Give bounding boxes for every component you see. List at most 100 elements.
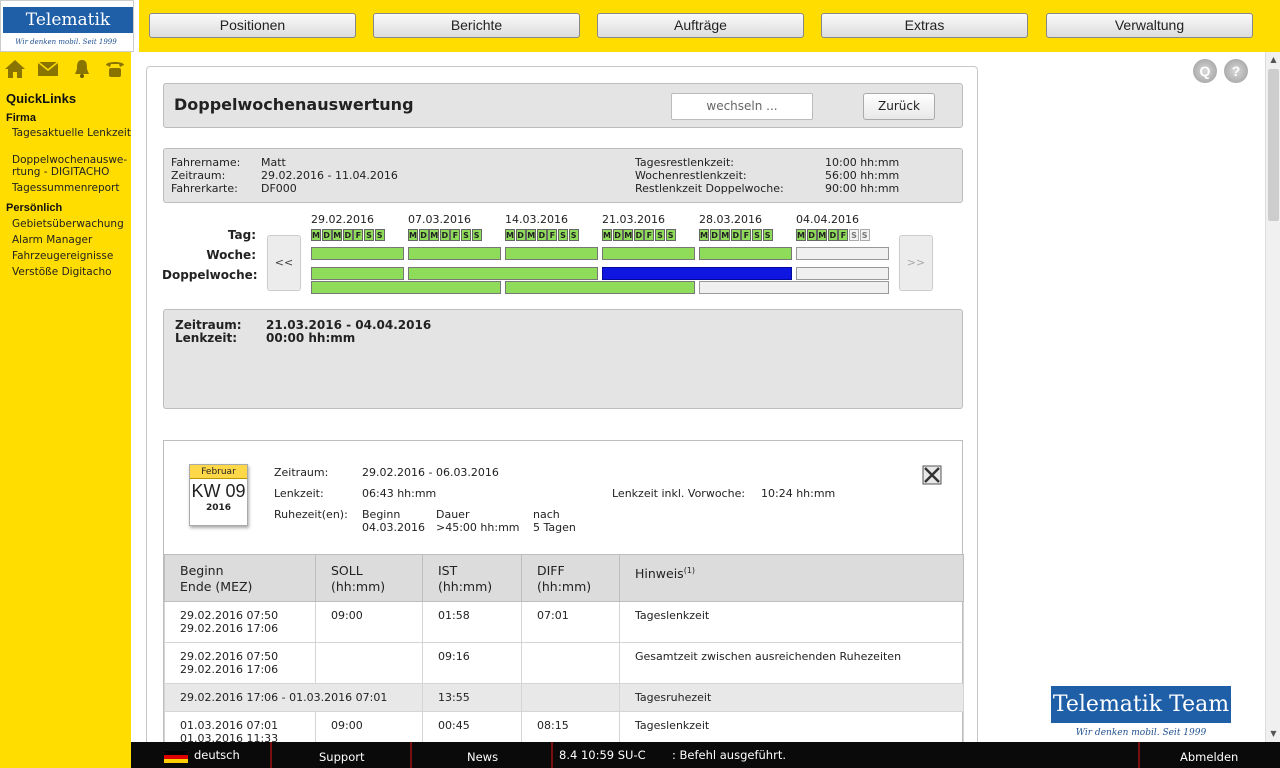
day-cell[interactable]: S xyxy=(374,229,385,241)
day-cell[interactable]: M xyxy=(332,229,343,241)
quicklink-tagessummenreport[interactable]: Tagessummenreport xyxy=(12,182,132,194)
day-cell[interactable]: F xyxy=(838,229,849,241)
brand-logo[interactable]: Telematik Team Wir denken mobil. Seit 19… xyxy=(0,0,134,56)
day-cell[interactable]: M xyxy=(796,229,806,241)
day-cell[interactable]: M xyxy=(817,229,828,241)
day-cell[interactable]: D xyxy=(827,229,838,241)
week-bar[interactable] xyxy=(408,247,501,260)
logo-subtitle: Wir denken mobil. Seit 1999 xyxy=(15,38,117,46)
rest-duration-label: Dauer xyxy=(436,508,470,521)
timeline-next-button[interactable]: >> xyxy=(899,235,933,291)
day-cell[interactable]: S xyxy=(471,229,482,241)
help-icon[interactable]: ? xyxy=(1224,59,1248,83)
col-end-label: Ende (MEZ) xyxy=(180,579,253,594)
day-cell[interactable]: D xyxy=(633,229,644,241)
day-cell[interactable]: D xyxy=(342,229,353,241)
doubleweek-bar[interactable] xyxy=(796,267,889,280)
quicklink-verstoesse-digitacho[interactable]: Verstöße Digitacho xyxy=(12,266,132,278)
scrollbar-thumb[interactable] xyxy=(1268,69,1279,221)
scroll-down-icon[interactable]: ▼ xyxy=(1266,726,1280,742)
search-icon[interactable]: Q xyxy=(1193,59,1217,83)
scrollbar[interactable]: ▲ ▼ xyxy=(1265,52,1280,742)
day-cell[interactable]: S xyxy=(849,229,859,241)
day-cell[interactable]: S xyxy=(655,229,665,241)
day-cell[interactable]: D xyxy=(439,229,450,241)
day-cell[interactable]: D xyxy=(418,229,429,241)
quicklinks-title: QuickLinks xyxy=(6,91,77,106)
bell-icon[interactable] xyxy=(71,58,93,80)
day-cell[interactable]: S xyxy=(558,229,568,241)
doubleweek-bar[interactable] xyxy=(505,281,695,294)
day-cell[interactable]: M xyxy=(720,229,731,241)
timeline-prev-button[interactable]: << xyxy=(267,235,301,291)
cell-ist: 09:16 xyxy=(422,642,522,684)
nav-extras[interactable]: Extras xyxy=(821,13,1028,38)
week-bar[interactable] xyxy=(602,247,695,260)
news-link[interactable]: News xyxy=(467,750,498,764)
day-cell[interactable]: M xyxy=(699,229,709,241)
detail-period-label: Zeitraum: xyxy=(274,466,329,479)
doubleweek-bar[interactable] xyxy=(699,281,889,294)
quicklink-alarm-manager[interactable]: Alarm Manager xyxy=(12,234,132,246)
separator xyxy=(1138,742,1140,768)
logout-link[interactable]: Abmelden xyxy=(1180,750,1238,764)
day-cell[interactable]: D xyxy=(612,229,623,241)
calendar-kw: KW 09 xyxy=(191,481,246,501)
day-cell[interactable]: S xyxy=(859,229,870,241)
day-cell[interactable]: M xyxy=(526,229,537,241)
doubleweek-bar[interactable] xyxy=(311,281,501,294)
day-cell[interactable]: D xyxy=(709,229,720,241)
nav-positionen[interactable]: Positionen xyxy=(149,13,356,38)
doubleweek-bar[interactable] xyxy=(408,267,598,280)
close-detail-icon[interactable] xyxy=(922,465,942,485)
week-bar[interactable] xyxy=(505,247,598,260)
week-bar[interactable] xyxy=(796,247,889,260)
language-selector[interactable]: deutsch xyxy=(194,748,240,762)
nav-berichte[interactable]: Berichte xyxy=(373,13,580,38)
week-bar[interactable] xyxy=(311,247,404,260)
quicklink-gebietsueberwachung[interactable]: Gebietsüberwachung xyxy=(12,218,132,230)
day-cell[interactable]: S xyxy=(762,229,773,241)
day-cell[interactable]: M xyxy=(408,229,418,241)
day-cell[interactable]: F xyxy=(644,229,655,241)
status-time: 8.4 10:59 SU-C xyxy=(559,748,646,762)
switch-driver-input[interactable]: wechseln ... xyxy=(671,93,813,120)
doubleweek-bar[interactable] xyxy=(311,267,404,280)
day-cell[interactable]: S xyxy=(665,229,676,241)
day-cell[interactable]: F xyxy=(547,229,558,241)
day-cell[interactable]: M xyxy=(429,229,440,241)
day-cell[interactable]: D xyxy=(321,229,332,241)
back-button[interactable]: Zurück xyxy=(863,93,935,120)
page-title: Doppelwochenauswertung xyxy=(174,95,414,114)
day-cell[interactable]: F xyxy=(353,229,364,241)
day-cell[interactable]: F xyxy=(741,229,752,241)
day-cell[interactable]: S xyxy=(752,229,762,241)
day-cell[interactable]: S xyxy=(568,229,579,241)
day-cell[interactable]: D xyxy=(536,229,547,241)
quicklink-tagesaktuelle-lenkzeit[interactable]: Tagesaktuelle Lenkzeit xyxy=(12,127,132,139)
day-cell[interactable]: M xyxy=(311,229,321,241)
support-link[interactable]: Support xyxy=(319,750,364,764)
day-cell[interactable]: M xyxy=(602,229,612,241)
scroll-up-icon[interactable]: ▲ xyxy=(1266,52,1280,68)
cell-ist: 13:55 xyxy=(422,683,522,712)
nav-verwaltung[interactable]: Verwaltung xyxy=(1046,13,1253,38)
day-cell[interactable]: F xyxy=(450,229,461,241)
table-header-row: Beginn Ende (MEZ) SOLL (hh:mm) IST (hh:mm) … xyxy=(164,554,964,602)
quicklink-fahrzeugereignisse[interactable]: Fahrzeugereignisse xyxy=(12,250,132,262)
doubleweek-bar-selected[interactable] xyxy=(602,267,792,280)
day-cell[interactable]: S xyxy=(364,229,374,241)
german-flag-icon[interactable] xyxy=(164,751,188,763)
home-icon[interactable] xyxy=(4,58,26,80)
mail-icon[interactable] xyxy=(37,58,59,80)
phone-icon[interactable] xyxy=(104,58,126,80)
day-cell[interactable]: M xyxy=(505,229,515,241)
day-cell[interactable]: S xyxy=(461,229,471,241)
day-cell[interactable]: M xyxy=(623,229,634,241)
day-cell[interactable]: D xyxy=(515,229,526,241)
day-cell[interactable]: D xyxy=(806,229,817,241)
quicklink-doppelwochenauswertung[interactable]: Doppelwochenauswe-rtung - DIGITACHO xyxy=(12,154,132,178)
day-cell[interactable]: D xyxy=(730,229,741,241)
week-bar[interactable] xyxy=(699,247,792,260)
nav-auftraege[interactable]: Aufträge xyxy=(597,13,804,38)
